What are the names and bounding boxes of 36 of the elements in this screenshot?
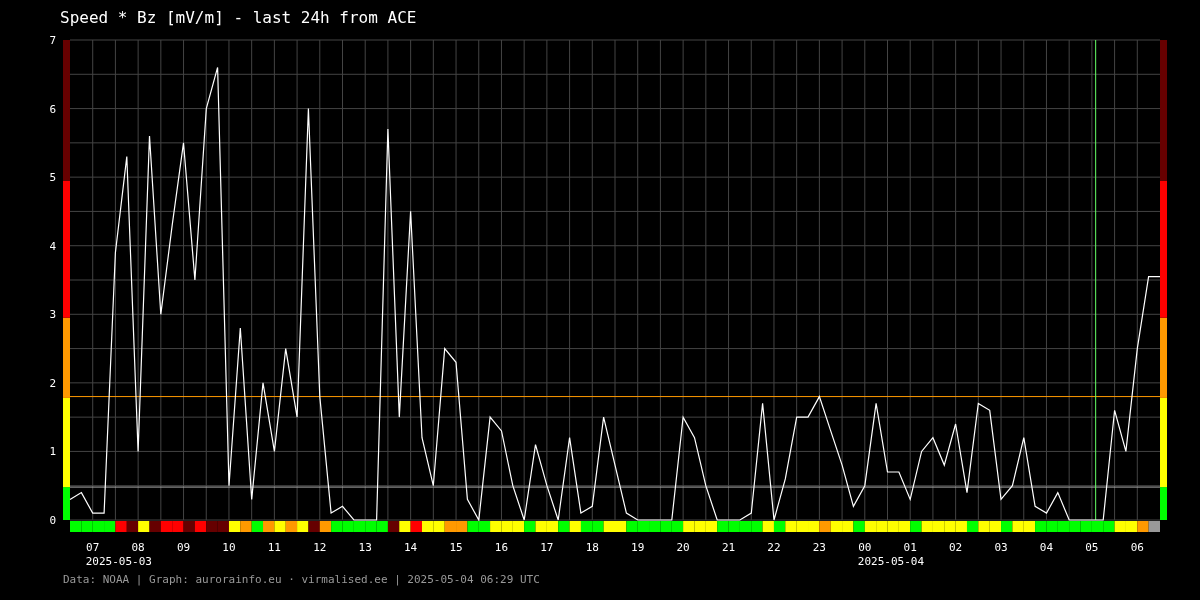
axis-tick-label: 10 [222, 541, 236, 554]
axis-tick-label: 3 [49, 308, 56, 322]
axis-tick-label: 16 [494, 541, 509, 554]
axis-tick-label: 05 [1085, 541, 1099, 554]
axis-tick-label: 4 [49, 239, 56, 253]
axis-tick-label: 09 [176, 541, 191, 554]
date-label: 2025-05-04 [857, 555, 925, 568]
chart-title: Speed * Bz [mV/m] - last 24h from ACE [60, 8, 417, 27]
axis-tick-label: 07 [86, 541, 100, 554]
axis-tick-label: 13 [358, 541, 372, 554]
axis-tick-label: 03 [994, 541, 1008, 554]
axis-tick-label: 01 [903, 541, 917, 554]
date-label: 2025-05-03 [85, 555, 152, 568]
axis-tick-label: 21 [721, 541, 736, 554]
axis-tick-label: 0 [49, 514, 56, 527]
axis-tick-label: 04 [1039, 541, 1054, 554]
axis-tick-label: 6 [49, 102, 56, 116]
axis-tick-label: 14 [404, 541, 418, 554]
axis-tick-label: 20 [676, 541, 690, 554]
axis-tick-label: 06 [1130, 541, 1144, 554]
axis-tick-label: 11 [267, 541, 281, 554]
axis-tick-label: 2 [49, 376, 56, 390]
axis-tick-label: 22 [767, 541, 781, 554]
axis-tick-label: 00 [858, 541, 872, 554]
axis-tick-label: 02 [949, 541, 963, 554]
axis-tick-label: 12 [313, 541, 327, 554]
axis-tick-label: 18 [585, 541, 599, 554]
axis-tick-label: 23 [812, 541, 826, 554]
axis-tick-label: 7 [49, 34, 56, 47]
axis-tick-label: 15 [449, 541, 463, 554]
axis-tick-label: 19 [631, 541, 645, 554]
axis-tick-label: 17 [540, 541, 554, 554]
axis-tick-label: 1 [49, 445, 56, 459]
axis-tick-label: 08 [131, 541, 145, 554]
axis-tick-label: 5 [49, 171, 56, 185]
footer-text: Data: NOAA | Graph: aurorainfo.eu · virmalised.ee | 2025-05-04 06:29 UTC [63, 573, 540, 586]
